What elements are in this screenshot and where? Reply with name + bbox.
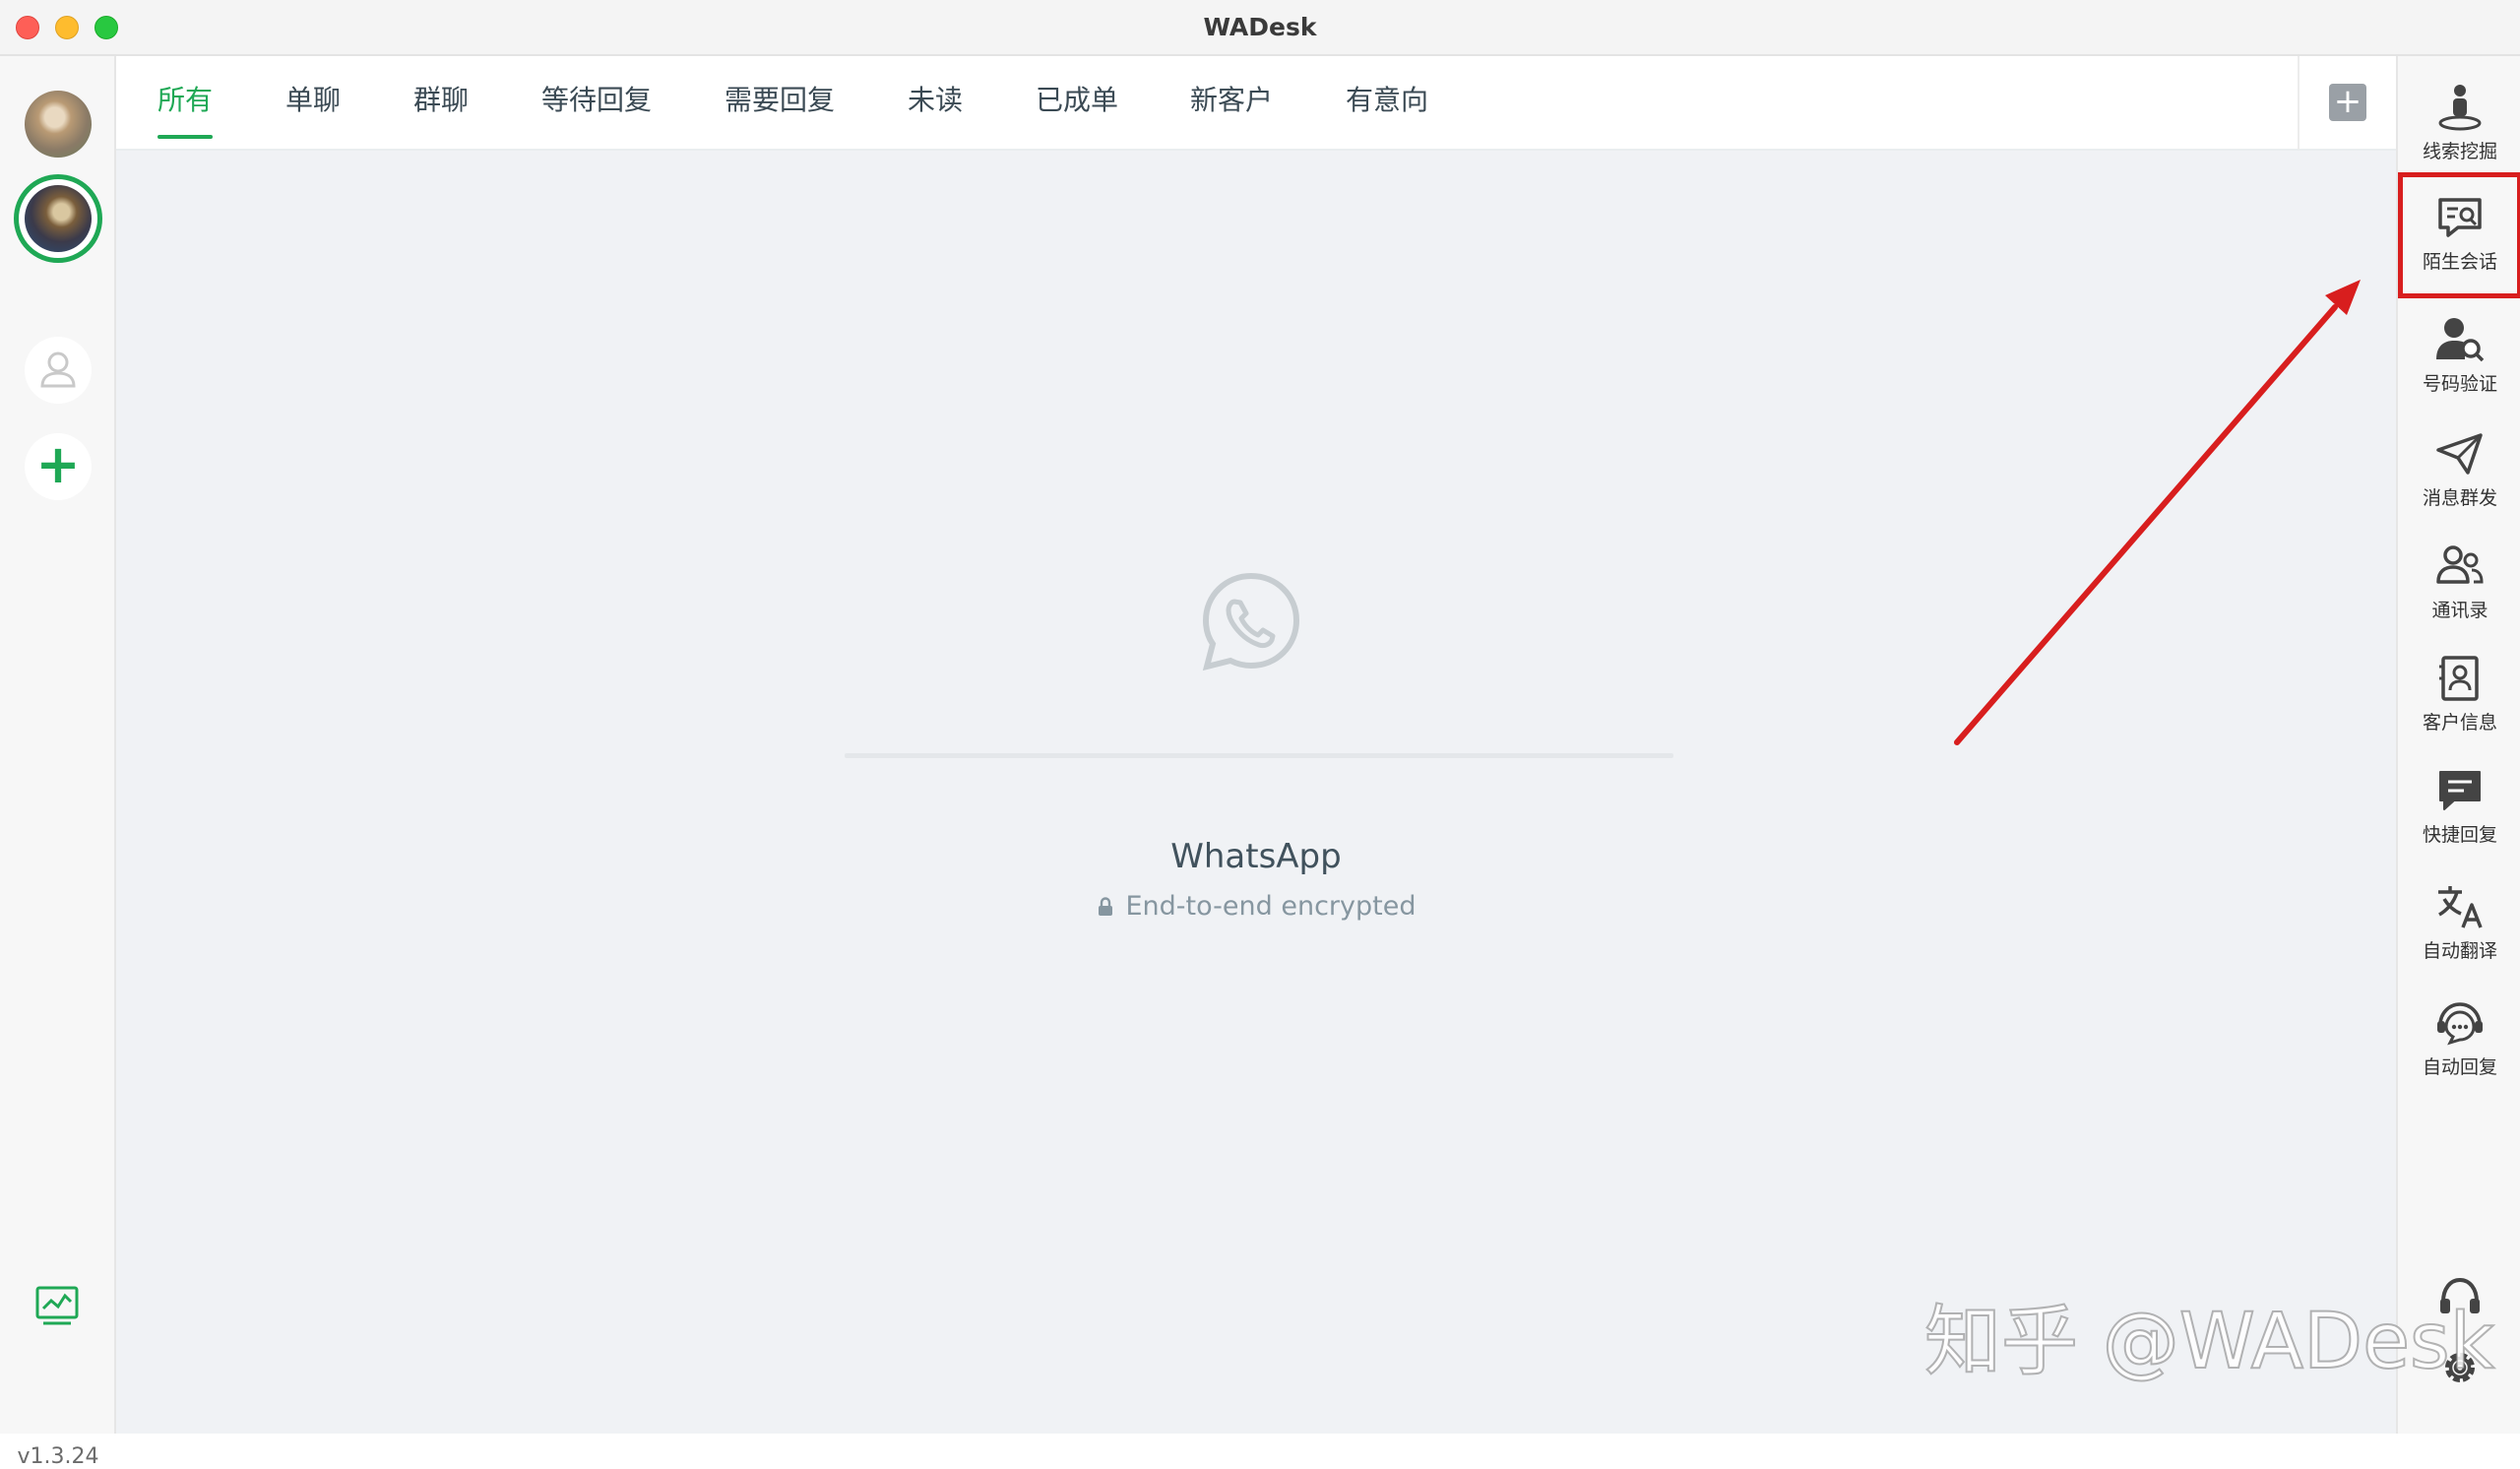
- tab-group-chats[interactable]: 群聊: [413, 56, 469, 149]
- tab-closed-deal[interactable]: 已成单: [1036, 56, 1118, 149]
- tab-new-customer[interactable]: 新客户: [1190, 56, 1273, 149]
- contacts-icon: [2436, 545, 2484, 584]
- tab-needs-reply[interactable]: 需要回复: [724, 56, 835, 149]
- app-window: WADesk + v1.3.24 所有 单聊 群聊 等待回复 需要回复 未读 已…: [0, 0, 2520, 1469]
- tab-all[interactable]: 所有: [158, 56, 214, 149]
- user-icon: [40, 351, 76, 388]
- tab-awaiting-reply[interactable]: 等待回复: [541, 56, 652, 149]
- empty-state-title: WhatsApp: [1170, 837, 1342, 876]
- encryption-text: End-to-end encrypted: [1125, 891, 1417, 922]
- account-avatar-1[interactable]: [25, 91, 92, 158]
- avatar: [25, 185, 92, 252]
- tool-label: 快捷回复: [2422, 824, 2497, 846]
- version-label: v1.3.24: [17, 1444, 99, 1469]
- whatsapp-logo-icon: [1202, 572, 1300, 671]
- tool-label: 消息群发: [2422, 487, 2497, 509]
- message-icon: [2439, 771, 2481, 810]
- tool-quick-reply[interactable]: 快捷回复: [2398, 765, 2520, 873]
- tool-label: 客户信息: [2422, 712, 2497, 734]
- tab-unread[interactable]: 未读: [908, 56, 963, 149]
- tool-customer-info[interactable]: 客户信息: [2398, 653, 2520, 761]
- user-search-icon: [2436, 318, 2485, 362]
- dashboard-chart-icon[interactable]: [33, 1282, 81, 1329]
- tool-label: 自动回复: [2422, 1056, 2497, 1078]
- plus-icon: +: [35, 433, 81, 495]
- chat-filter-tabs: 所有 单聊 群聊 等待回复 需要回复 未读 已成单 新客户 有意向: [116, 56, 2298, 151]
- person-podium-icon: [2438, 85, 2482, 131]
- tool-auto-translate[interactable]: 自动翻译: [2398, 881, 2520, 990]
- tool-label: 通讯录: [2431, 600, 2488, 621]
- tools-sidebar: 线索挖掘 陌生会话 号码验证 消息群发 通讯录 客户信息 快捷回复 自动翻译 自…: [2396, 56, 2520, 1434]
- chat-bot-icon: [2437, 1002, 2483, 1046]
- translate-icon: [2438, 886, 2483, 928]
- chat-search-icon: [2438, 198, 2482, 237]
- add-tab-area: +: [2298, 56, 2396, 151]
- title-bar: WADesk: [0, 0, 2520, 56]
- divider: [845, 753, 1673, 758]
- add-account-button[interactable]: +: [25, 433, 92, 500]
- add-tab-button[interactable]: +: [2329, 84, 2366, 121]
- tool-label: 自动翻译: [2422, 940, 2497, 962]
- chat-main-area: WhatsApp End-to-end encrypted: [116, 151, 2396, 1434]
- tab-interested[interactable]: 有意向: [1346, 56, 1428, 149]
- encryption-note: End-to-end encrypted: [116, 891, 2396, 922]
- tool-stranger-chat[interactable]: 陌生会话: [2398, 172, 2520, 298]
- tool-label: 号码验证: [2422, 373, 2497, 395]
- tool-number-verify[interactable]: 号码验证: [2398, 314, 2520, 422]
- tool-label: 线索挖掘: [2422, 141, 2497, 162]
- tool-broadcast[interactable]: 消息群发: [2398, 428, 2520, 537]
- plus-icon: +: [2333, 82, 2362, 121]
- tool-auto-reply[interactable]: 自动回复: [2398, 997, 2520, 1106]
- watermark: 知乎 @WADesk: [1923, 1297, 2495, 1387]
- account-sidebar: + v1.3.24: [0, 56, 116, 1469]
- paper-plane-icon: [2436, 433, 2483, 475]
- lock-icon: [1098, 897, 1112, 916]
- tool-label: 陌生会话: [2422, 251, 2497, 273]
- tool-contacts[interactable]: 通讯录: [2398, 541, 2520, 649]
- window-title: WADesk: [1203, 13, 1317, 41]
- account-placeholder[interactable]: [25, 337, 92, 404]
- tab-private-chats[interactable]: 单聊: [285, 56, 341, 149]
- account-avatar-active[interactable]: [14, 174, 102, 263]
- id-card-icon: [2439, 656, 2479, 701]
